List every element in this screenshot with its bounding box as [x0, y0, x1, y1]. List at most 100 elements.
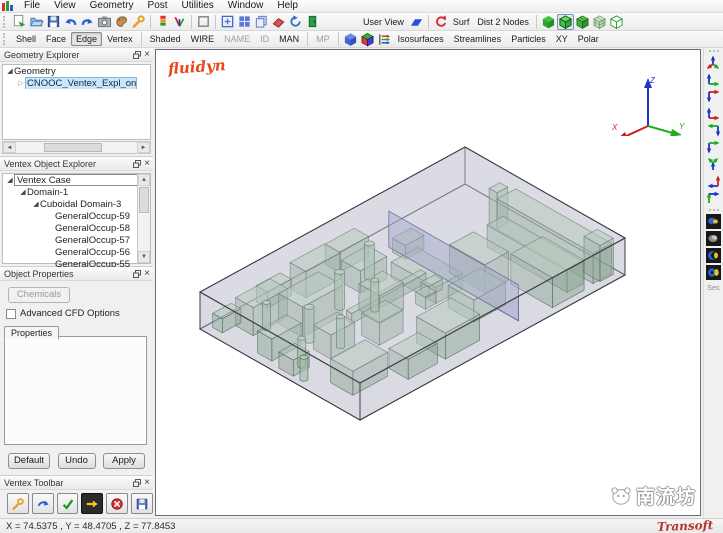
particles-button[interactable]: Particles — [506, 32, 551, 46]
toolbar-grip[interactable] — [3, 33, 7, 45]
contour-plot-icon-2[interactable] — [705, 230, 722, 246]
rotate-view-button[interactable] — [287, 14, 304, 30]
advanced-cfd-checkbox[interactable] — [6, 308, 16, 319]
ventex-run-button[interactable] — [81, 493, 104, 514]
float-panel-icon[interactable] — [133, 269, 142, 278]
boundary-cube-button[interactable] — [359, 31, 376, 47]
scrollbar-thumb[interactable] — [44, 143, 102, 152]
close-panel-icon[interactable]: × — [144, 478, 150, 488]
view-left-icon[interactable] — [705, 105, 722, 121]
undo-button[interactable]: Undo — [57, 453, 96, 469]
ventex-save-button[interactable] — [131, 493, 153, 514]
edge-mode-button[interactable]: Edge — [71, 32, 103, 46]
display-solid-edges-button[interactable] — [556, 13, 574, 30]
ventex-tools-button[interactable] — [7, 493, 29, 514]
expander-icon[interactable]: ◢ — [19, 188, 27, 196]
toolbar-grip[interactable] — [708, 209, 719, 211]
menu-help[interactable]: Help — [270, 0, 305, 12]
toolbar-grip[interactable] — [3, 15, 7, 28]
float-panel-icon[interactable] — [133, 50, 142, 59]
ventex-validate-button[interactable] — [56, 493, 79, 514]
surf-label[interactable]: Surf — [449, 17, 474, 27]
menu-geometry[interactable]: Geometry — [83, 0, 141, 12]
3d-viewport[interactable]: fluidyn Z X Y 南流坊 — [155, 49, 701, 516]
float-panel-icon[interactable] — [133, 478, 142, 487]
open-button[interactable] — [28, 14, 45, 30]
view-plane-button[interactable] — [408, 14, 425, 30]
display-solid-button[interactable] — [540, 14, 557, 30]
menu-utilities[interactable]: Utilities — [175, 0, 221, 12]
vertex-mode-button[interactable]: Vertex — [102, 32, 138, 46]
close-panel-icon[interactable]: × — [144, 159, 150, 169]
user-view-label[interactable]: User View — [359, 17, 408, 27]
man-mode-button[interactable]: MAN — [274, 32, 304, 46]
tree-item-geometry[interactable]: ◢ Geometry — [3, 65, 150, 77]
menu-window[interactable]: Window — [221, 0, 271, 12]
properties-tab[interactable]: Properties — [4, 323, 60, 341]
exit-button[interactable] — [304, 14, 321, 30]
expander-icon[interactable]: ◢ — [6, 176, 14, 184]
polar-plot-button[interactable]: Polar — [573, 32, 604, 46]
redo-button[interactable] — [79, 14, 96, 30]
tree-item-ventex-case[interactable]: ◢ Ventex Case — [3, 174, 150, 186]
scroll-up-icon[interactable]: ▲ — [138, 174, 150, 186]
snapshot-button[interactable] — [96, 14, 113, 30]
palette-button[interactable] — [113, 14, 130, 30]
expander-icon[interactable]: ▷ — [17, 79, 25, 87]
face-mode-button[interactable]: Face — [41, 32, 71, 46]
view-isometric-icon[interactable] — [705, 54, 722, 70]
copy-view-button[interactable] — [253, 14, 270, 30]
shell-mode-button[interactable]: Shell — [11, 32, 41, 46]
tile-windows-button[interactable] — [236, 14, 253, 30]
xy-plot-button[interactable]: XY — [551, 32, 573, 46]
view-back-icon[interactable] — [705, 88, 722, 104]
domain-cube-button[interactable] — [342, 31, 359, 47]
scroll-left-icon[interactable]: ◄ — [3, 142, 16, 153]
display-wireframe-button[interactable] — [608, 14, 625, 30]
tree-item-occup[interactable]: GeneralOccup-57 — [3, 234, 150, 246]
expander-icon[interactable]: ◢ — [6, 67, 14, 75]
dist-2-nodes-label[interactable]: Dist 2 Nodes — [473, 17, 533, 27]
scroll-down-icon[interactable]: ▼ — [138, 251, 150, 263]
expander-icon[interactable]: ◢ — [32, 200, 40, 208]
view-axis-xz-icon[interactable] — [705, 190, 722, 206]
ventex-undo-button[interactable] — [31, 493, 54, 514]
apply-button[interactable]: Apply — [103, 453, 145, 469]
display-mesh-button[interactable] — [591, 14, 608, 30]
float-panel-icon[interactable] — [133, 159, 142, 168]
contour-plot-icon-1[interactable] — [705, 213, 722, 229]
vectors-button[interactable] — [376, 31, 393, 47]
view-front-icon[interactable] — [705, 71, 722, 87]
import-geometry-button[interactable] — [11, 14, 28, 30]
tools-button[interactable] — [130, 14, 147, 30]
eraser-button[interactable] — [270, 14, 287, 30]
save-button[interactable] — [45, 14, 62, 30]
undo-button[interactable] — [62, 14, 79, 30]
tree-item-occup[interactable]: GeneralOccup-59 — [3, 210, 150, 222]
wire-mode-button[interactable]: WIRE — [186, 32, 220, 46]
shaded-mode-button[interactable]: Shaded — [145, 32, 186, 46]
streamlines-button[interactable]: Streamlines — [449, 32, 507, 46]
tree-item-occup[interactable]: GeneralOccup-58 — [3, 222, 150, 234]
horizontal-scrollbar[interactable]: ◄ ► — [2, 141, 151, 154]
view-top-icon[interactable] — [705, 139, 722, 155]
scroll-right-icon[interactable]: ► — [137, 142, 150, 153]
tree-item-geometry-file[interactable]: ▷ CNOOC_Ventex_Expl_only_final_280416_v — [3, 77, 150, 89]
view-axis-yz-icon[interactable] — [705, 173, 722, 189]
toolbar-grip[interactable] — [708, 50, 719, 52]
vertical-scrollbar[interactable]: ▲ ▼ — [137, 174, 150, 263]
default-button[interactable]: Default — [8, 453, 50, 469]
view-bottom-icon[interactable] — [705, 156, 722, 172]
tree-item-cuboidal-domain[interactable]: ◢ Cuboidal Domain-3 — [3, 198, 150, 210]
display-shaded-wire-button[interactable] — [574, 14, 591, 30]
scrollbar-thumb[interactable] — [139, 187, 149, 213]
view-right-icon[interactable] — [705, 122, 722, 138]
menu-view[interactable]: View — [47, 0, 83, 12]
axis-triad-button[interactable] — [171, 14, 188, 30]
menu-file[interactable]: File — [17, 0, 47, 12]
sec-label[interactable]: Sec — [707, 283, 720, 292]
reset-rotation-button[interactable] — [432, 14, 449, 30]
zoom-window-button[interactable] — [219, 14, 236, 30]
close-panel-icon[interactable]: × — [144, 269, 150, 279]
close-panel-icon[interactable]: × — [144, 50, 150, 60]
